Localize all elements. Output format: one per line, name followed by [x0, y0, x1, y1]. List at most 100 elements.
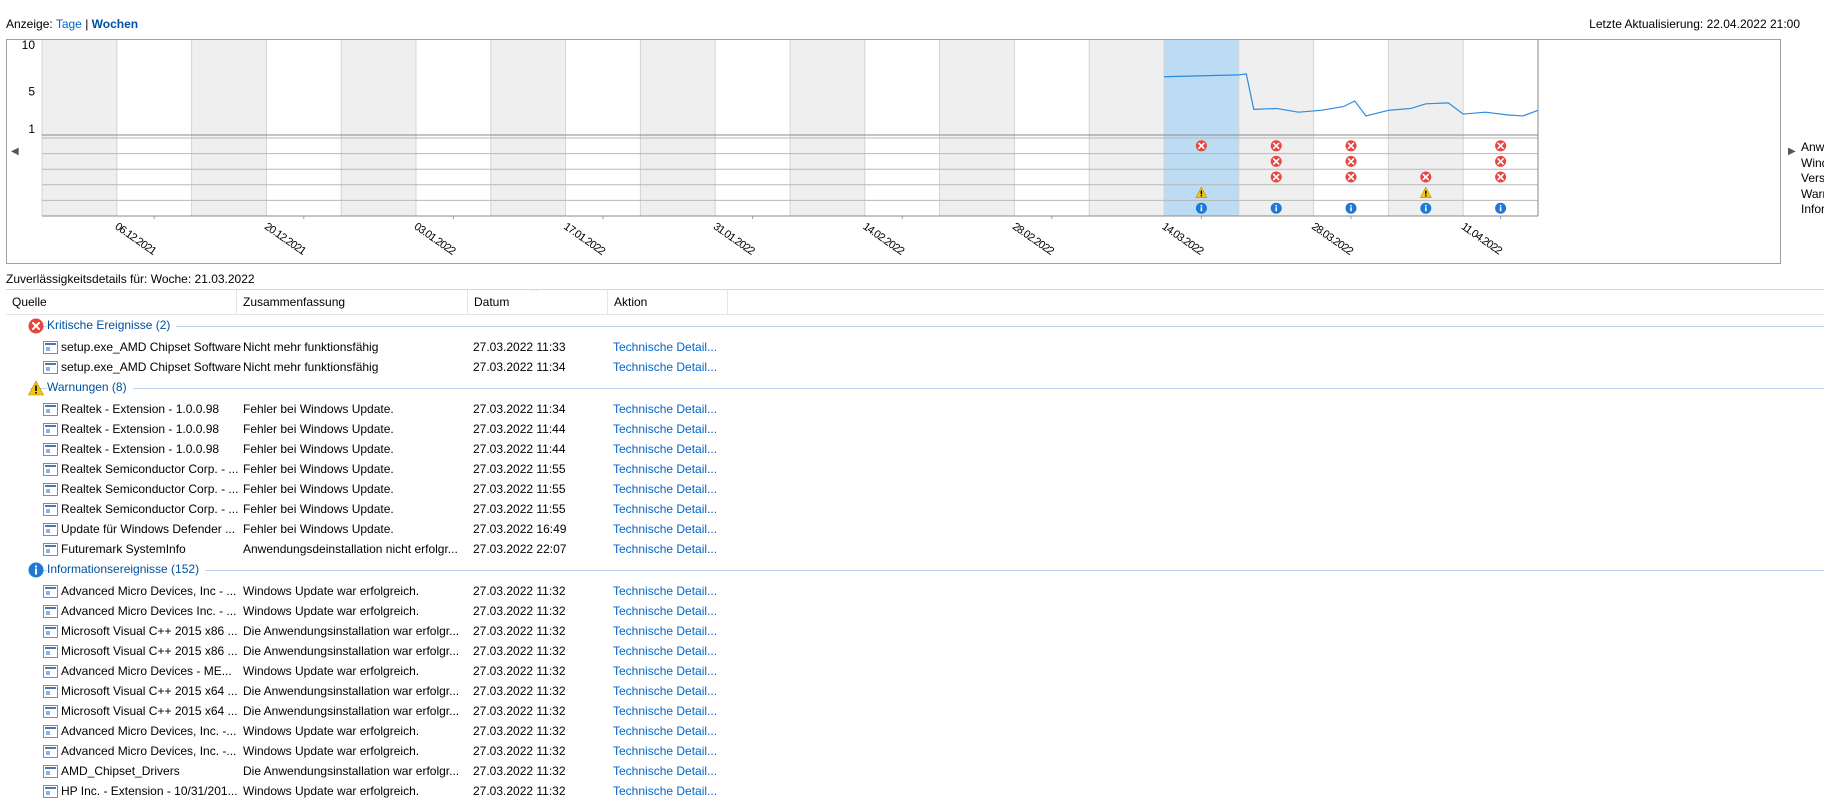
- table-row[interactable]: Advanced Micro Devices - ME... Windows Up…: [6, 661, 1824, 681]
- warning-icon: [27, 380, 45, 396]
- week-column[interactable]: [1014, 40, 1090, 216]
- week-column[interactable]: [1463, 40, 1538, 216]
- week-column[interactable]: [939, 40, 1015, 216]
- table-row[interactable]: Realtek - Extension - 1.0.0.98 Fehler bei…: [6, 439, 1824, 459]
- week-column[interactable]: [191, 40, 267, 216]
- technical-details-link[interactable]: Technische Detail...: [613, 644, 723, 658]
- technical-details-link[interactable]: Technische Detail...: [613, 462, 723, 476]
- cell-summary: Die Anwendungsinstallation war erfolgr..…: [243, 704, 460, 718]
- technical-details-link[interactable]: Technische Detail...: [613, 502, 723, 516]
- week-column[interactable]: [1238, 40, 1314, 216]
- application-window-icon: [43, 605, 58, 618]
- technical-details-link[interactable]: Technische Detail...: [613, 664, 723, 678]
- application-window-icon: [43, 745, 58, 758]
- table-row[interactable]: Microsoft Visual C++ 2015 x64 ... Die Anw…: [6, 701, 1824, 721]
- table-row[interactable]: Advanced Micro Devices Inc. - ... Windows…: [6, 601, 1824, 621]
- technical-details-link[interactable]: Technische Detail...: [613, 402, 723, 416]
- table-row[interactable]: Advanced Micro Devices, Inc. -... Windows…: [6, 741, 1824, 761]
- info-icon-dot: [1200, 204, 1203, 207]
- week-column[interactable]: [1089, 40, 1164, 216]
- technical-details-link[interactable]: Technische Detail...: [613, 360, 723, 374]
- application-window-icon: [43, 725, 58, 738]
- table-row[interactable]: Realtek Semiconductor Corp. - ... Fehler …: [6, 479, 1824, 499]
- cell-date: 27.03.2022 11:32: [473, 784, 566, 798]
- week-column[interactable]: [715, 40, 790, 216]
- application-window-icon: [43, 523, 58, 536]
- application-window-icon: [43, 403, 58, 416]
- error-icon: [28, 318, 44, 334]
- col-header-summary[interactable]: Zusammenfassung: [237, 290, 468, 315]
- cell-date: 27.03.2022 11:32: [473, 644, 566, 658]
- table-row[interactable]: setup.exe_AMD Chipset Software Nicht mehr…: [6, 337, 1824, 357]
- week-column[interactable]: [864, 40, 940, 216]
- technical-details-link[interactable]: Technische Detail...: [613, 584, 723, 598]
- table-row[interactable]: Realtek Semiconductor Corp. - ... Fehler …: [6, 459, 1824, 479]
- technical-details-link[interactable]: Technische Detail...: [613, 764, 723, 778]
- view-weeks-link[interactable]: Wochen: [92, 17, 138, 31]
- col-header-date[interactable]: Datum: [468, 290, 608, 315]
- legend-label: Warnungen: [1801, 186, 1824, 201]
- chart-legend: AnwendungsfehlerWindows-FehlerVerschiede…: [1801, 140, 1824, 218]
- table-row[interactable]: AMD_Chipset_Drivers Die Anwendungsinstall…: [6, 761, 1824, 781]
- technical-details-link[interactable]: Technische Detail...: [613, 442, 723, 456]
- table-row[interactable]: Update für Windows Defender ... Fehler be…: [6, 519, 1824, 539]
- application-window-icon: [43, 423, 58, 436]
- y-tick-label: 1: [28, 122, 35, 136]
- technical-details-link[interactable]: Technische Detail...: [613, 784, 723, 798]
- view-label: Anzeige:: [6, 17, 53, 31]
- col-header-action[interactable]: Aktion: [608, 290, 728, 315]
- cell-source: Realtek - Extension - 1.0.0.98: [61, 402, 220, 416]
- technical-details-link[interactable]: Technische Detail...: [613, 482, 723, 496]
- table-row[interactable]: Microsoft Visual C++ 2015 x86 ... Die Anw…: [6, 621, 1824, 641]
- information-events-group[interactable]: Informationsereignisse (152): [6, 559, 1824, 581]
- week-column[interactable]: [790, 40, 865, 216]
- week-column[interactable]: [640, 40, 716, 216]
- technical-details-link[interactable]: Technische Detail...: [613, 724, 723, 738]
- week-column[interactable]: [116, 40, 192, 216]
- week-column[interactable]: [42, 40, 117, 216]
- group-label: Informationsereignisse (152): [47, 562, 206, 576]
- table-row[interactable]: setup.exe_AMD Chipset Software Nicht mehr…: [6, 357, 1824, 377]
- technical-details-link[interactable]: Technische Detail...: [613, 624, 723, 638]
- technical-details-link[interactable]: Technische Detail...: [613, 340, 723, 354]
- table-row[interactable]: Realtek - Extension - 1.0.0.98 Fehler bei…: [6, 419, 1824, 439]
- cell-summary: Windows Update war erfolgreich.: [243, 784, 420, 798]
- week-column[interactable]: [490, 40, 566, 216]
- cell-summary: Die Anwendungsinstallation war erfolgr..…: [243, 684, 460, 698]
- table-row[interactable]: Realtek - Extension - 1.0.0.98 Fehler bei…: [6, 399, 1824, 419]
- table-row[interactable]: Advanced Micro Devices, Inc - ... Windows…: [6, 581, 1824, 601]
- table-row[interactable]: Microsoft Visual C++ 2015 x86 ... Die Anw…: [6, 641, 1824, 661]
- cell-date: 27.03.2022 11:44: [473, 422, 566, 436]
- technical-details-link[interactable]: Technische Detail...: [613, 604, 723, 618]
- table-row[interactable]: Realtek Semiconductor Corp. - ... Fehler …: [6, 499, 1824, 519]
- warnings-group[interactable]: Warnungen (8): [6, 377, 1824, 399]
- view-days-link[interactable]: Tage: [56, 17, 82, 31]
- cell-source: Realtek Semiconductor Corp. - ...: [61, 462, 239, 476]
- cell-summary: Anwendungsdeinstallation nicht erfolgr..…: [243, 542, 458, 556]
- technical-details-link[interactable]: Technische Detail...: [613, 684, 723, 698]
- table-row[interactable]: HP Inc. - Extension - 10/31/201... Window…: [6, 781, 1824, 801]
- cell-summary: Windows Update war erfolgreich.: [243, 604, 420, 618]
- table-row[interactable]: Advanced Micro Devices, Inc. -... Windows…: [6, 721, 1824, 741]
- x-tick-label: 14.02.2022: [860, 221, 906, 258]
- chart-next-arrow-icon[interactable]: ▶: [1788, 146, 1796, 157]
- week-column[interactable]: [266, 40, 342, 216]
- week-column[interactable]: [1313, 40, 1389, 216]
- week-column[interactable]: [341, 40, 416, 216]
- week-column[interactable]: [416, 40, 491, 216]
- technical-details-link[interactable]: Technische Detail...: [613, 522, 723, 536]
- chart-prev-arrow-icon[interactable]: ◀: [11, 146, 19, 157]
- table-row[interactable]: Futuremark SystemInfo Anwendungsdeinstall…: [6, 539, 1824, 559]
- week-column[interactable]: [565, 40, 641, 216]
- table-header: Quelle Zusammenfassung Datum Aktion ^: [6, 290, 1824, 315]
- technical-details-link[interactable]: Technische Detail...: [613, 422, 723, 436]
- table-row[interactable]: Microsoft Visual C++ 2015 x64 ... Die Anw…: [6, 681, 1824, 701]
- technical-details-link[interactable]: Technische Detail...: [613, 542, 723, 556]
- application-window-icon: [43, 503, 58, 516]
- reliability-chart[interactable]: 10 5 1 06.12.2021 20.12.2021 03.01.2022 17.01.…: [6, 39, 1781, 264]
- critical-events-group[interactable]: Kritische Ereignisse (2): [6, 315, 1824, 337]
- technical-details-link[interactable]: Technische Detail...: [613, 744, 723, 758]
- col-header-source[interactable]: Quelle: [6, 290, 237, 315]
- technical-details-link[interactable]: Technische Detail...: [613, 704, 723, 718]
- cell-summary: Fehler bei Windows Update.: [243, 502, 394, 516]
